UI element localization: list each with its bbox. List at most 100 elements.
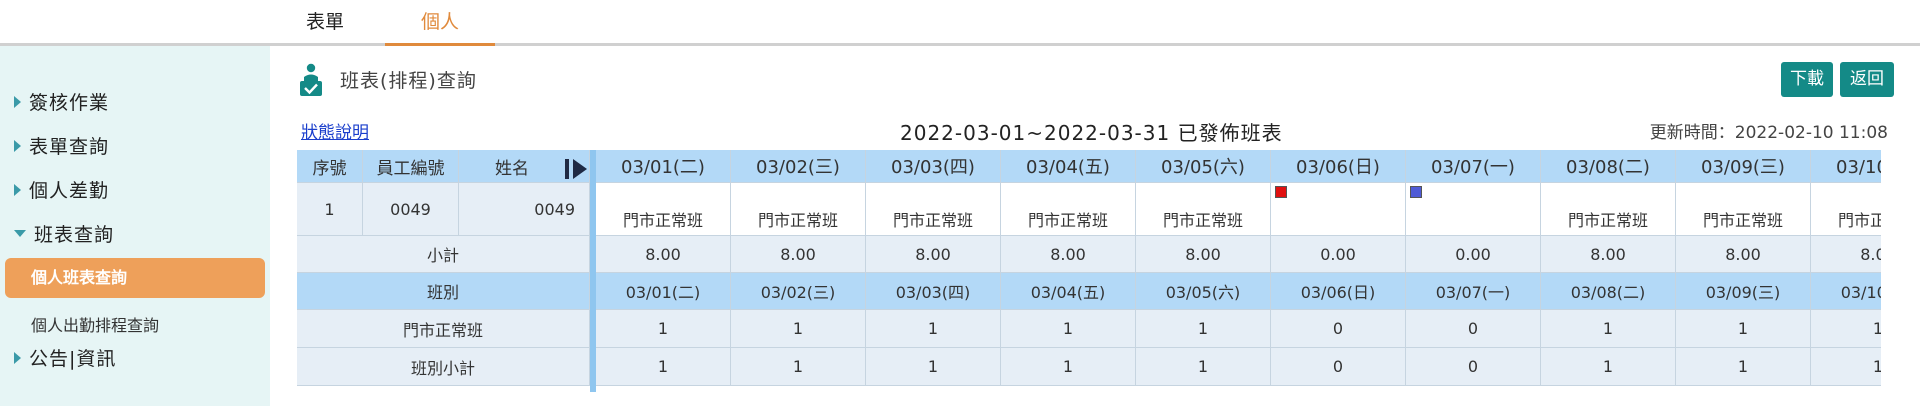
subtotal-cell: 0.00 <box>1271 236 1406 273</box>
back-button[interactable]: 返回 <box>1840 62 1894 97</box>
column-header-date: 03/01(二) <box>596 150 731 183</box>
caret-right-icon <box>14 139 21 152</box>
shift-type-date-header: 03/05(六) <box>1136 273 1271 310</box>
schedule-cell[interactable] <box>1406 183 1541 236</box>
row-label-shift-type: 班別 <box>297 273 590 310</box>
shift-name: 門市正常班 <box>1702 211 1783 230</box>
column-header-employee-id: 員工編號 <box>363 150 459 183</box>
sidebar-item-label: 簽核作業 <box>29 92 110 114</box>
shift-name: 門市正常班 <box>622 211 703 230</box>
subtotal-cell: 8.00 <box>1136 236 1271 273</box>
store-normal-shift-count: 0 <box>1406 310 1541 348</box>
shift-type-date-header: 03/08(二) <box>1541 273 1676 310</box>
top-tab-bar: 表單 個人 <box>0 0 1920 46</box>
sidebar-item-personal-schedule[interactable]: 個人班表查詢 <box>5 258 265 298</box>
shift-name: 門市正常班 <box>892 211 973 230</box>
schedule-cell[interactable]: 門市正常班 <box>866 183 1001 236</box>
status-marker-icon <box>1275 186 1287 198</box>
schedule-cell[interactable]: 門市正常班 <box>731 183 866 236</box>
column-header-date: 03/06(日) <box>1271 150 1406 183</box>
sidebar-item-attendance[interactable]: 個人差勤 <box>14 176 109 203</box>
column-header-date: 03/07(一) <box>1406 150 1541 183</box>
shift-name: 門市正常班 <box>1837 211 1881 230</box>
subtotal-cell: 8.00 <box>1541 236 1676 273</box>
column-header-date: 03/04(五) <box>1001 150 1136 183</box>
shift-type-date-header: 03/07(一) <box>1406 273 1541 310</box>
schedule-table-title: 2022-03-01~2022-03-31 已發佈班表 <box>900 121 1283 145</box>
cell-name: 0049 <box>459 183 590 236</box>
shift-subtotal-count: 1 <box>1811 348 1881 386</box>
sidebar-item-label: 表單查詢 <box>29 136 110 158</box>
caret-right-icon <box>14 95 21 108</box>
subtotal-cell: 8.00 <box>596 236 731 273</box>
sidebar-item-schedule-query[interactable]: 班表查詢 <box>14 220 114 247</box>
sidebar-item-personal-attendance-schedule[interactable]: 個人出勤排程查詢 <box>31 312 159 336</box>
caret-down-icon <box>14 230 26 237</box>
column-header-date: 03/03(四) <box>866 150 1001 183</box>
sidebar-item-signoff[interactable]: 簽核作業 <box>14 88 109 115</box>
schedule-cell[interactable]: 門市正常班 <box>1001 183 1136 236</box>
column-header-date: 03/10(四) <box>1811 150 1881 183</box>
shift-name: 門市正常班 <box>1162 211 1243 230</box>
freeze-column-toggle-icon[interactable] <box>563 155 589 183</box>
shift-subtotal-count: 1 <box>1001 348 1136 386</box>
subtotal-cell: 0.00 <box>1406 236 1541 273</box>
schedule-cell[interactable]: 門市正常班 <box>1136 183 1271 236</box>
subtotal-cell: 8.00 <box>1811 236 1881 273</box>
store-normal-shift-count: 1 <box>1136 310 1271 348</box>
frozen-column-divider <box>590 150 596 392</box>
shift-subtotal-count: 1 <box>596 348 731 386</box>
sidebar-item-form-query[interactable]: 表單查詢 <box>14 132 109 159</box>
cell-seq: 1 <box>297 183 363 236</box>
store-normal-shift-count: 1 <box>731 310 866 348</box>
caret-right-icon <box>14 183 21 196</box>
shift-type-date-header: 03/10(四) <box>1811 273 1881 310</box>
shift-type-date-header: 03/06(日) <box>1271 273 1406 310</box>
sidebar-item-label: 個人差勤 <box>29 180 110 202</box>
subtotal-cell: 8.00 <box>1001 236 1136 273</box>
shift-type-date-header: 03/09(三) <box>1676 273 1811 310</box>
column-header-date: 03/08(二) <box>1541 150 1676 183</box>
column-header-date: 03/09(三) <box>1676 150 1811 183</box>
schedule-cell[interactable]: 門市正常班 <box>1676 183 1811 236</box>
shift-type-date-header: 03/02(三) <box>731 273 866 310</box>
sidebar-item-label: 公告|資訊 <box>29 348 117 370</box>
store-normal-shift-count: 1 <box>1001 310 1136 348</box>
shift-subtotal-count: 0 <box>1406 348 1541 386</box>
sidebar-item-announcements[interactable]: 公告|資訊 <box>14 344 116 371</box>
sidebar-item-label: 班表查詢 <box>34 224 115 246</box>
column-header-date: 03/02(三) <box>731 150 866 183</box>
column-header-seq: 序號 <box>297 150 363 183</box>
schedule-cell[interactable]: 門市正常班 <box>1811 183 1881 236</box>
store-normal-shift-count: 0 <box>1271 310 1406 348</box>
tab-personal[interactable]: 個人 <box>385 0 495 46</box>
subtotal-cell: 8.00 <box>731 236 866 273</box>
status-marker-icon <box>1410 186 1422 198</box>
tab-form[interactable]: 表單 <box>282 0 368 46</box>
shift-subtotal-count: 1 <box>1676 348 1811 386</box>
shift-subtotal-count: 1 <box>731 348 866 386</box>
store-normal-shift-count: 1 <box>596 310 731 348</box>
status-description-link[interactable]: 狀態說明 <box>301 118 369 143</box>
shift-subtotal-count: 1 <box>1541 348 1676 386</box>
column-header-date: 03/05(六) <box>1136 150 1271 183</box>
shift-name: 門市正常班 <box>757 211 838 230</box>
shift-type-date-header: 03/01(二) <box>596 273 731 310</box>
caret-right-icon <box>14 351 21 364</box>
shift-subtotal-count: 0 <box>1271 348 1406 386</box>
row-label-store-normal-shift: 門市正常班 <box>297 310 590 348</box>
update-time: 更新時間：2022-02-10 11:08 <box>1649 123 1888 143</box>
schedule-cell[interactable]: 門市正常班 <box>596 183 731 236</box>
shift-name: 門市正常班 <box>1027 211 1108 230</box>
schedule-person-icon <box>300 63 322 96</box>
row-label-shift-subtotal: 班別小計 <box>297 348 590 386</box>
store-normal-shift-count: 1 <box>1811 310 1881 348</box>
schedule-cell[interactable]: 門市正常班 <box>1541 183 1676 236</box>
download-button[interactable]: 下載 <box>1781 62 1833 97</box>
row-label-subtotal: 小計 <box>297 236 590 273</box>
shift-type-date-header: 03/04(五) <box>1001 273 1136 310</box>
page-title: 班表(排程)查詢 <box>340 70 477 92</box>
store-normal-shift-count: 1 <box>1541 310 1676 348</box>
schedule-table: 序號 員工編號 姓名 1 0049 0049 小計 班別 門市正常班 班別小計 … <box>297 150 1881 392</box>
schedule-cell[interactable] <box>1271 183 1406 236</box>
